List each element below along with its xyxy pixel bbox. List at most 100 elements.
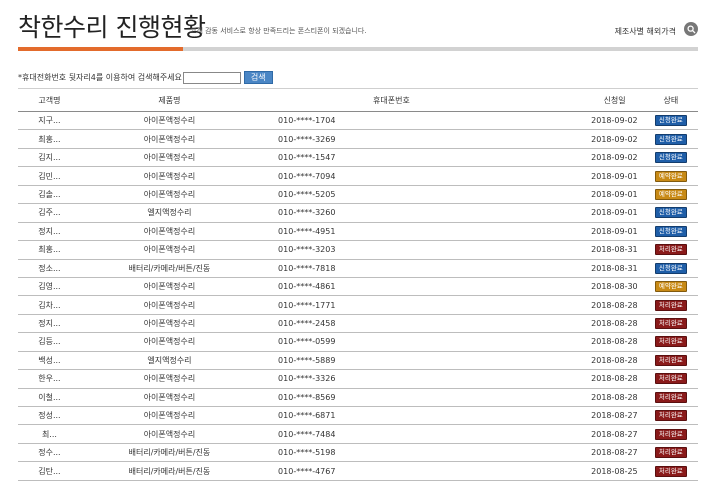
table-row[interactable]: 김영... 아이폰액정수리 010-****-4861 2018-08-30 예약완료 — [18, 277, 698, 297]
status-cell: 처리완료 — [643, 351, 698, 371]
search-input[interactable] — [182, 71, 241, 84]
request-date: 2018-08-31 — [519, 240, 644, 260]
status-badge: 예약완료 — [654, 281, 687, 293]
table-row[interactable]: 김솔... 아이폰액정수리 010-****-5205 2018-09-01 예약완료 — [18, 185, 698, 205]
request-date: 2018-08-31 — [519, 259, 644, 278]
search-icon[interactable] — [684, 22, 698, 36]
search-button[interactable]: 검색 — [243, 71, 273, 84]
request-date: 2018-08-28 — [519, 314, 644, 334]
customer-name: 최홍... — [18, 129, 81, 149]
request-date: 2018-09-01 — [519, 222, 644, 242]
customer-name: 백성... — [18, 351, 81, 371]
table-row[interactable]: 정수... 배터리/카메라/버튼/진동 010-****-5198 2018-08-2… — [18, 443, 698, 463]
status-cell: 처리완료 — [643, 240, 698, 260]
product-name: 아이폰액정수리 — [80, 424, 259, 444]
status-cell: 예약완료 — [643, 185, 698, 205]
status-badge: 처리완료 — [654, 244, 687, 256]
status-badge: 처리완료 — [654, 318, 687, 330]
brand-price-link[interactable]: 제조사별 해외가격 — [615, 26, 676, 37]
phone-number: 010-****-7094 — [258, 166, 520, 186]
table-row[interactable]: 김차... 아이폰액정수리 010-****-1771 2018-08-28 처리완료 — [18, 295, 698, 315]
table-row[interactable]: 김지... 아이폰액정수리 010-****-1547 2018-09-02 신청완료 — [18, 148, 698, 168]
request-date: 2018-08-28 — [519, 295, 644, 315]
status-badge: 신청완료 — [654, 207, 687, 219]
table-row[interactable]: 김주... 엘지액정수리 010-****-3260 2018-09-01 신청완료 — [18, 203, 698, 223]
phone-number: 010-****-1704 — [258, 111, 520, 131]
table-row[interactable]: 정성... 아이폰액정수리 010-****-6871 2018-08-27 처리완료 — [18, 406, 698, 426]
request-date: 2018-08-28 — [519, 369, 644, 389]
repair-status-table: 고객명 제품명 휴대폰번호 신청일 상태 지구... 아이폰액정수리 010-***… — [18, 88, 698, 481]
table-row[interactable]: 한우... 아이폰액정수리 010-****-3326 2018-08-28 처리완료 — [18, 369, 698, 389]
status-cell: 신청완료 — [643, 148, 698, 168]
status-cell: 신청완료 — [643, 222, 698, 242]
request-date: 2018-08-27 — [519, 406, 644, 426]
customer-name: 최홍... — [18, 240, 81, 260]
status-badge: 예약완료 — [654, 170, 687, 182]
customer-name: 김솔... — [18, 185, 81, 205]
customer-name: 정소... — [18, 259, 81, 278]
search-label: *휴대전화번호 뒷자리4를 이용하여 검색해주세요 — [18, 73, 182, 82]
table-body: 지구... 아이폰액정수리 010-****-1704 2018-09-02 신청완료 최… — [18, 111, 698, 481]
title-divider-accent — [18, 47, 183, 51]
table-row[interactable]: 백성... 엘지액정수리 010-****-5889 2018-08-28 처리완료 — [18, 351, 698, 371]
phone-number: 010-****-0599 — [258, 332, 520, 352]
status-badge: 처리완료 — [654, 447, 687, 459]
status-badge: 예약완료 — [654, 188, 687, 200]
product-name: 아이폰액정수리 — [80, 129, 259, 149]
request-date: 2018-09-01 — [519, 203, 644, 223]
product-name: 아이폰액정수리 — [80, 166, 259, 186]
page-subtitle: 고객 감동 서비스로 항상 만족드리는 폰스티폰이 되겠습니다. — [190, 27, 367, 35]
request-date: 2018-08-28 — [519, 388, 644, 408]
status-badge: 처리완료 — [654, 410, 687, 422]
status-cell: 신청완료 — [643, 111, 698, 131]
phone-number: 010-****-5889 — [258, 351, 520, 371]
table-row[interactable]: 지구... 아이폰액정수리 010-****-1704 2018-09-02 신청완료 — [18, 111, 698, 131]
page-header: 착한수리 진행현황 고객 감동 서비스로 항상 만족드리는 폰스티폰이 되겠습니… — [0, 0, 720, 51]
product-name: 아이폰액정수리 — [80, 240, 259, 260]
table-row[interactable]: 최... 아이폰액정수리 010-****-7484 2018-08-27 처리완료 — [18, 424, 698, 444]
product-name: 아이폰액정수리 — [80, 148, 259, 168]
table-row[interactable]: 최홍... 아이폰액정수리 010-****-3269 2018-09-02 신청완료 — [18, 129, 698, 149]
customer-name: 정성... — [18, 406, 81, 426]
table-row[interactable]: 최홍... 아이폰액정수리 010-****-3203 2018-08-31 처리완료 — [18, 240, 698, 260]
table-row[interactable]: 김등... 아이폰액정수리 010-****-0599 2018-08-28 처리완료 — [18, 332, 698, 352]
status-badge: 처리완료 — [654, 299, 687, 311]
request-date: 2018-08-27 — [519, 443, 644, 463]
phone-number: 010-****-5205 — [258, 185, 520, 205]
status-badge: 신청완료 — [654, 225, 687, 237]
phone-number: 010-****-6871 — [258, 406, 520, 426]
table-row[interactable]: 정지... 아이폰액정수리 010-****-4951 2018-09-01 신청완료 — [18, 222, 698, 242]
table-row[interactable]: 이철... 아이폰액정수리 010-****-8569 2018-08-28 처리완료 — [18, 388, 698, 408]
request-date: 2018-09-02 — [519, 111, 644, 131]
phone-number: 010-****-1547 — [258, 148, 520, 168]
table-row[interactable]: 정지... 아이폰액정수리 010-****-2458 2018-08-28 처리완료 — [18, 314, 698, 334]
page-title: 착한수리 진행현황 — [18, 13, 206, 42]
request-date: 2018-08-25 — [519, 461, 644, 481]
phone-number: 010-****-2458 — [258, 314, 520, 334]
customer-name: 김주... — [18, 203, 81, 223]
product-name: 아이폰액정수리 — [80, 295, 259, 315]
table-row[interactable]: 김탄... 배터리/카메라/버튼/진동 010-****-4767 2018-08-2… — [18, 461, 698, 481]
product-name: 배터리/카메라/버튼/진동 — [80, 259, 259, 278]
request-date: 2018-09-02 — [519, 129, 644, 149]
status-cell: 처리완료 — [643, 443, 698, 463]
table-row[interactable]: 정소... 배터리/카메라/버튼/진동 010-****-7818 2018-08-3… — [18, 259, 698, 278]
product-name: 아이폰액정수리 — [80, 332, 259, 352]
customer-name: 정지... — [18, 314, 81, 334]
request-date: 2018-08-28 — [519, 332, 644, 352]
customer-name: 최... — [18, 424, 81, 444]
phone-number: 010-****-5198 — [258, 443, 520, 463]
customer-name: 정지... — [18, 222, 81, 242]
status-cell: 처리완료 — [643, 332, 698, 352]
phone-number: 010-****-4861 — [258, 277, 520, 297]
status-cell: 예약완료 — [643, 277, 698, 297]
customer-name: 김영... — [18, 277, 81, 297]
status-cell: 예약완료 — [643, 166, 698, 186]
status-badge: 처리완료 — [654, 391, 687, 403]
table-row[interactable]: 김민... 아이폰액정수리 010-****-7094 2018-09-01 예약완료 — [18, 166, 698, 186]
status-badge: 처리완료 — [654, 465, 687, 477]
product-name: 아이폰액정수리 — [80, 185, 259, 205]
phone-number: 010-****-3203 — [258, 240, 520, 260]
header-product: 제품명 — [80, 88, 259, 112]
status-cell: 처리완료 — [643, 424, 698, 444]
